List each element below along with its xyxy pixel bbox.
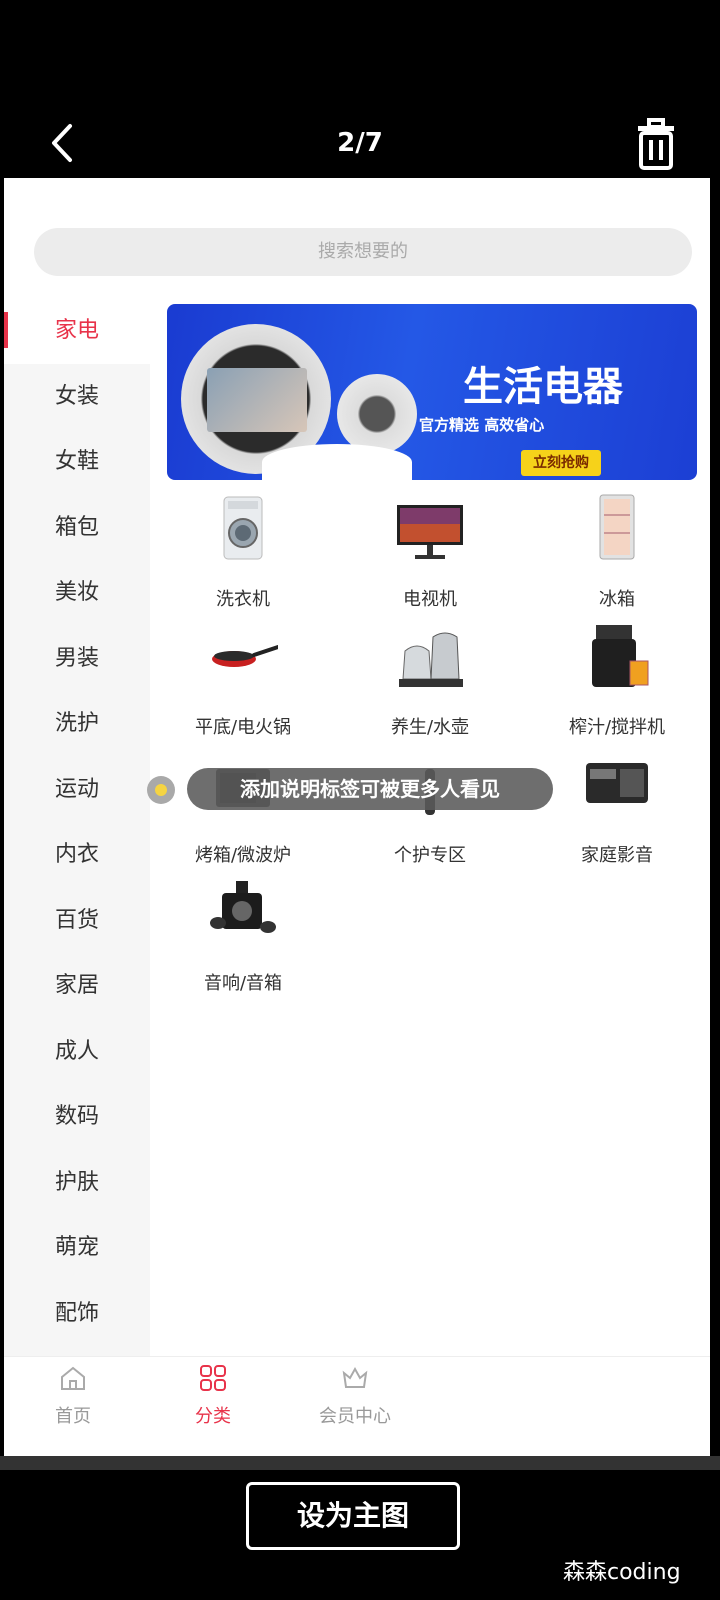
category-washing-machine[interactable]: 洗衣机 — [150, 493, 336, 621]
category-label: 平底/电火锅 — [194, 717, 292, 738]
pan-icon — [212, 645, 278, 667]
banner-buy-button[interactable]: 立刻抢购 — [521, 450, 601, 476]
banner-title: 生活电器 — [463, 364, 623, 410]
category-kettle[interactable]: 养生/水壶 — [337, 621, 523, 749]
sidebar-item-mens-clothing[interactable]: 男装 — [4, 626, 150, 692]
blurred-area — [494, 1357, 710, 1456]
display-screen-image — [207, 368, 307, 432]
category-speaker[interactable]: 音响/音箱 — [150, 877, 336, 1005]
category-label: 电视机 — [403, 589, 457, 610]
category-label: 养生/水壶 — [390, 717, 470, 738]
category-label: 榨汁/搅拌机 — [568, 717, 666, 738]
sidebar-item-accessories[interactable]: 配饰 — [4, 1281, 150, 1347]
category-label: 洗衣机 — [216, 589, 270, 610]
sidebar-item-pets[interactable]: 萌宠 — [4, 1215, 150, 1281]
vip-icon — [342, 1366, 368, 1388]
category-fridge[interactable]: 冰箱 — [524, 493, 710, 621]
set-as-main-button[interactable]: 设为主图 — [246, 1482, 460, 1550]
category-label: 冰箱 — [599, 589, 635, 610]
home-icon — [61, 1366, 85, 1390]
watermark: 森森coding — [563, 1560, 681, 1585]
tab-label: 分类 — [195, 1406, 231, 1427]
category-tv[interactable]: 电视机 — [337, 493, 523, 621]
viewer-bottom-bar: 设为主图 森森coding — [0, 1456, 720, 1600]
kettle-icon — [399, 632, 463, 687]
juicer-icon — [592, 625, 649, 687]
delete-button[interactable] — [630, 118, 682, 172]
category-label: 烤箱/微波炉 — [194, 845, 292, 866]
category-pan[interactable]: 平底/电火锅 — [150, 621, 336, 749]
speaker-image — [337, 374, 417, 454]
category-label: 家庭影音 — [581, 845, 653, 866]
sidebar-item-bags[interactable]: 箱包 — [4, 495, 150, 561]
category-home-av[interactable]: 家庭影音 — [524, 749, 710, 877]
caption-dot-icon[interactable] — [147, 776, 175, 804]
sidebar-item-appliances[interactable]: 家电 — [4, 298, 150, 364]
preview-image: 搜索想要的 家电 女装 女鞋 箱包 美妆 男装 洗护 运动 内衣 百货 家居 成… — [4, 178, 710, 1456]
sidebar-item-home[interactable]: 家居 — [4, 953, 150, 1019]
tab-label: 首页 — [55, 1406, 91, 1427]
sidebar-item-sports[interactable]: 运动 — [4, 757, 150, 823]
category-label: 音响/音箱 — [203, 973, 283, 994]
category-juicer[interactable]: 榨汁/搅拌机 — [524, 621, 710, 749]
tab-label: 会员中心 — [319, 1406, 391, 1427]
sidebar-item-womens-clothing[interactable]: 女装 — [4, 364, 150, 430]
divider — [0, 1456, 720, 1470]
product-base-image — [262, 444, 412, 480]
tab-category[interactable]: 分类 — [158, 1363, 268, 1428]
category-sidebar: 家电 女装 女鞋 箱包 美妆 男装 洗护 运动 内衣 百货 家居 成人 数码 护… — [4, 298, 150, 1391]
sidebar-item-makeup[interactable]: 美妆 — [4, 560, 150, 626]
tab-home[interactable]: 首页 — [18, 1363, 128, 1428]
sidebar-item-skincare[interactable]: 护肤 — [4, 1150, 150, 1216]
image-counter: 2/7 — [337, 128, 383, 158]
promo-banner[interactable]: 生活电器 官方精选 高效省心 立刻抢购 — [167, 304, 697, 480]
search-bar[interactable]: 搜索想要的 — [34, 228, 692, 276]
viewer-top-bar: 2/7 — [0, 0, 720, 178]
radio-icon — [586, 763, 648, 803]
sidebar-item-general-goods[interactable]: 百货 — [4, 888, 150, 954]
tab-vip-center[interactable]: 会员中心 — [300, 1363, 410, 1428]
bottom-tab-bar: 首页 分类 会员中心 — [4, 1356, 710, 1456]
sidebar-item-underwear[interactable]: 内衣 — [4, 822, 150, 888]
sidebar-item-digital[interactable]: 数码 — [4, 1084, 150, 1150]
speaker-icon — [210, 881, 276, 933]
banner-subtitle: 官方精选 高效省心 — [419, 416, 545, 434]
tv-icon — [397, 505, 463, 559]
sidebar-item-adult[interactable]: 成人 — [4, 1019, 150, 1085]
category-label: 个护专区 — [394, 845, 466, 866]
sidebar-item-womens-shoes[interactable]: 女鞋 — [4, 429, 150, 495]
washing-machine-icon — [223, 496, 263, 560]
category-icon — [200, 1365, 226, 1391]
trash-icon — [638, 118, 674, 170]
sidebar-item-washing-care[interactable]: 洗护 — [4, 691, 150, 757]
caption-hint[interactable]: 添加说明标签可被更多人看见 — [187, 768, 553, 810]
fridge-icon — [599, 494, 635, 560]
